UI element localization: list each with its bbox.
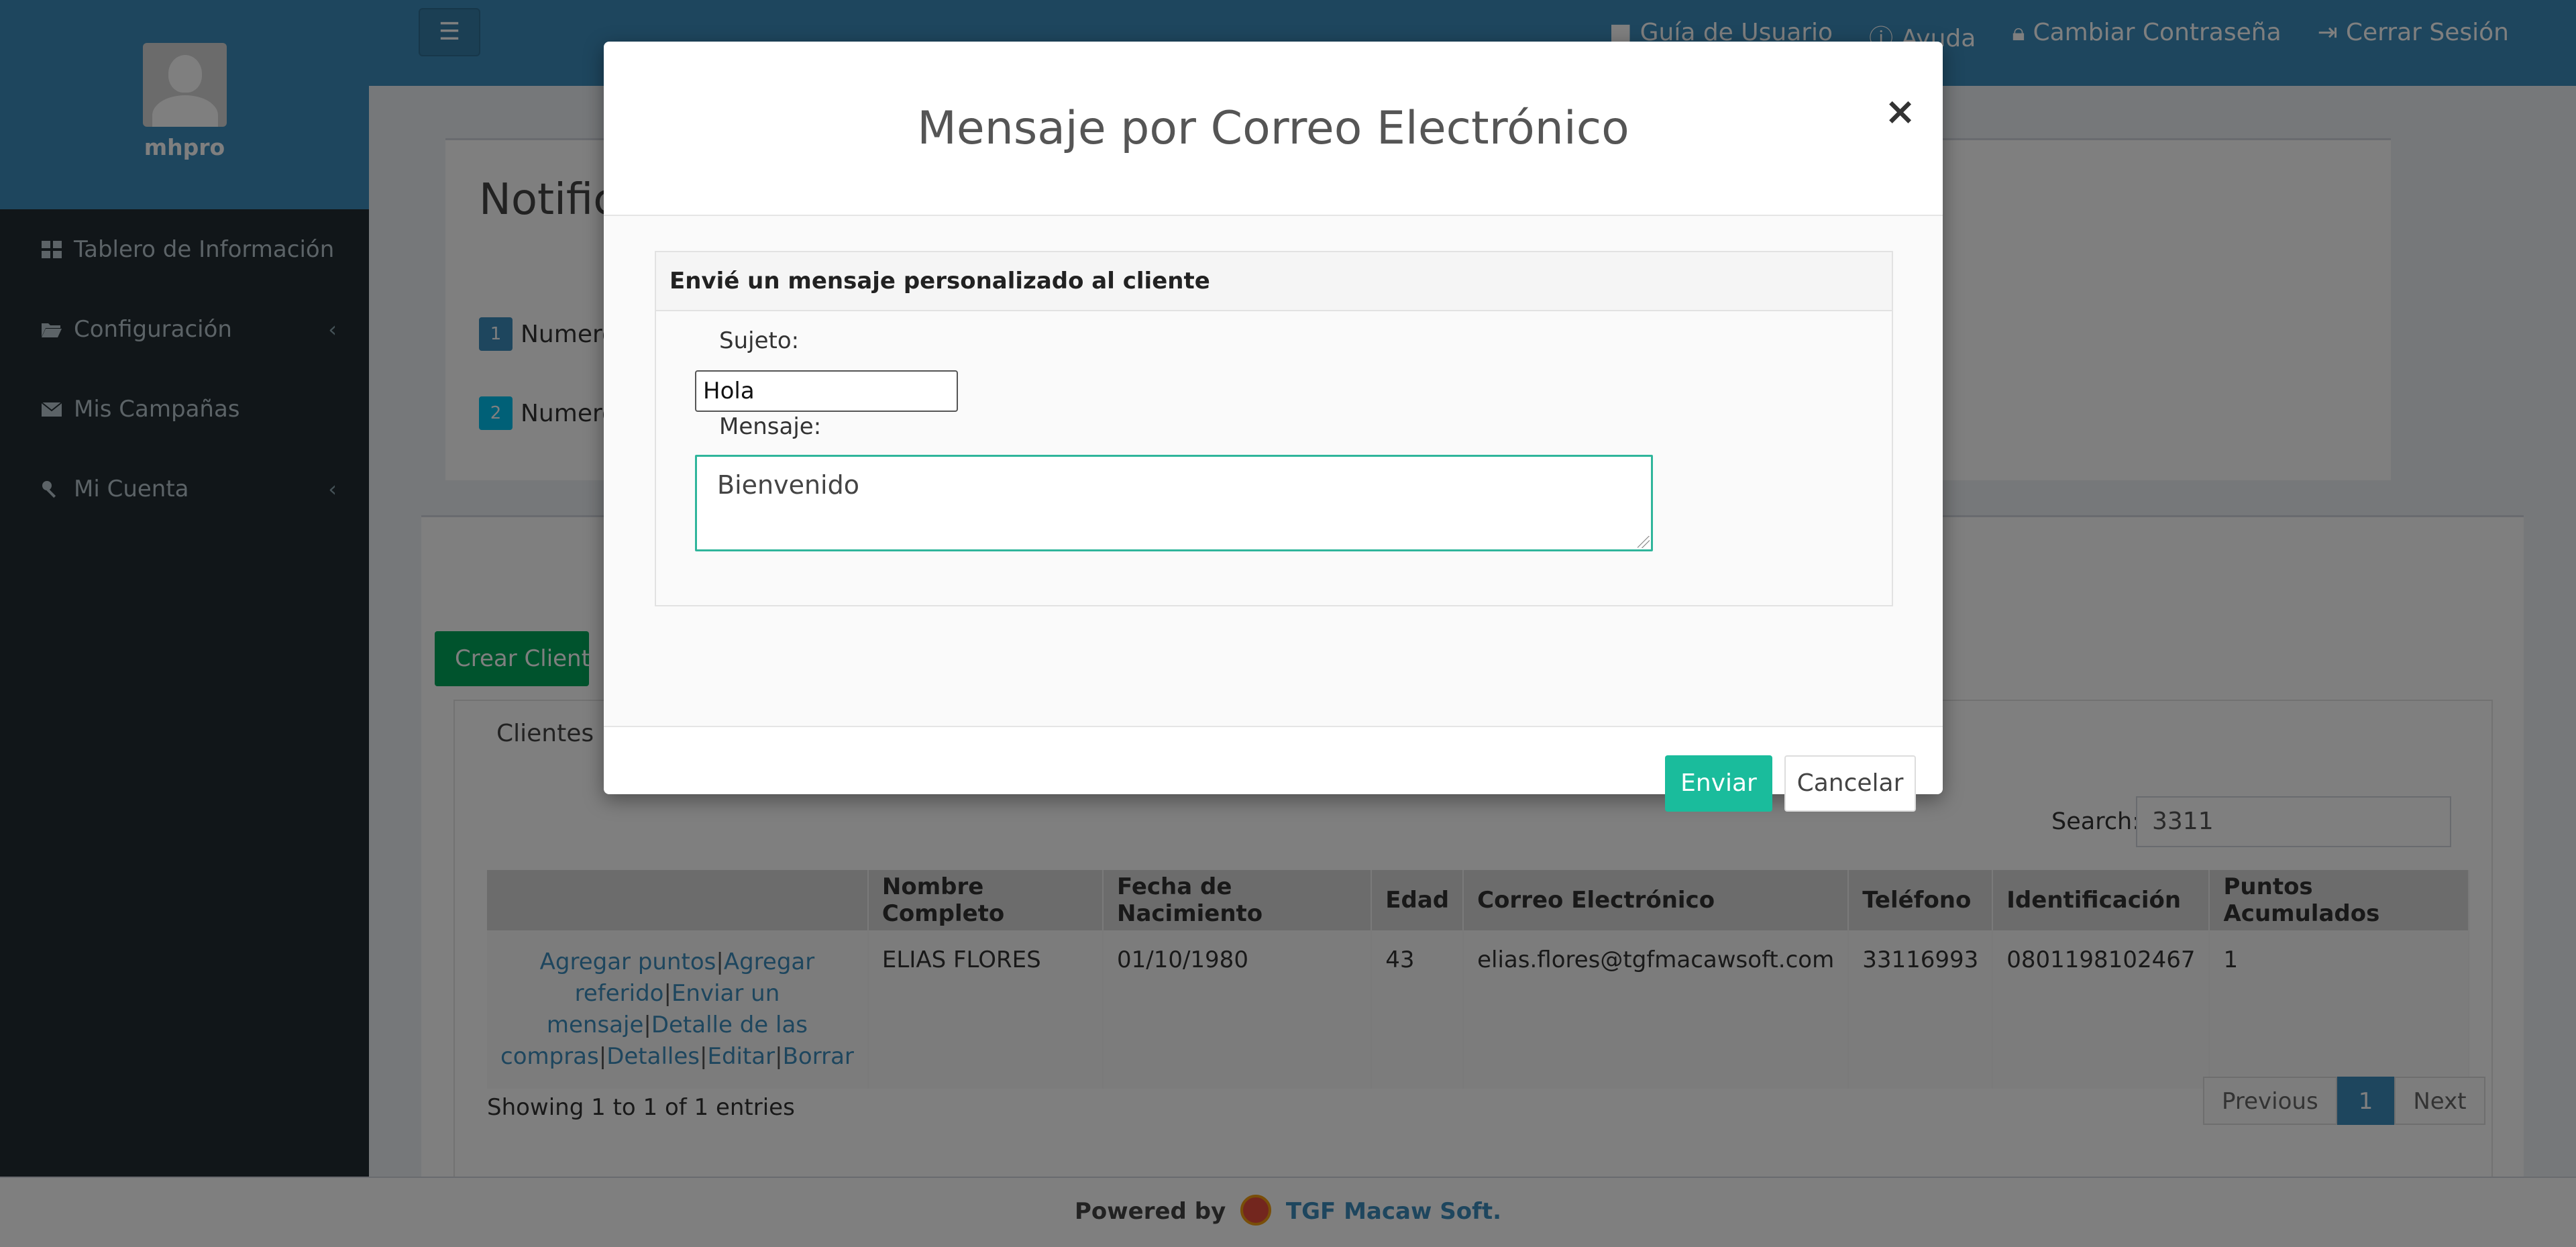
modal-title: Mensaje por Correo Electrónico (917, 102, 1629, 155)
modal-footer: Enviar Cancelar (604, 726, 1943, 812)
subject-input[interactable]: Hola (695, 370, 958, 412)
email-modal: Mensaje por Correo Electrónico × Envié u… (604, 42, 1943, 812)
modal-body: Envié un mensaje personalizado al client… (604, 216, 1943, 726)
panel-heading: Envié un mensaje personalizado al client… (656, 252, 1892, 311)
subject-label: Sujeto: (719, 327, 800, 354)
cancel-button[interactable]: Cancelar (1784, 755, 1916, 812)
close-icon[interactable]: × (1884, 90, 1916, 133)
message-textarea[interactable]: Bienvenido (695, 455, 1653, 551)
message-panel: Envié un mensaje personalizado al client… (655, 251, 1893, 606)
message-text: Bienvenido (717, 470, 859, 500)
message-label: Mensaje: (719, 413, 822, 440)
send-button[interactable]: Enviar (1665, 755, 1772, 812)
resize-handle-icon[interactable] (1638, 536, 1650, 548)
modal-header: Mensaje por Correo Electrónico × (604, 42, 1943, 216)
